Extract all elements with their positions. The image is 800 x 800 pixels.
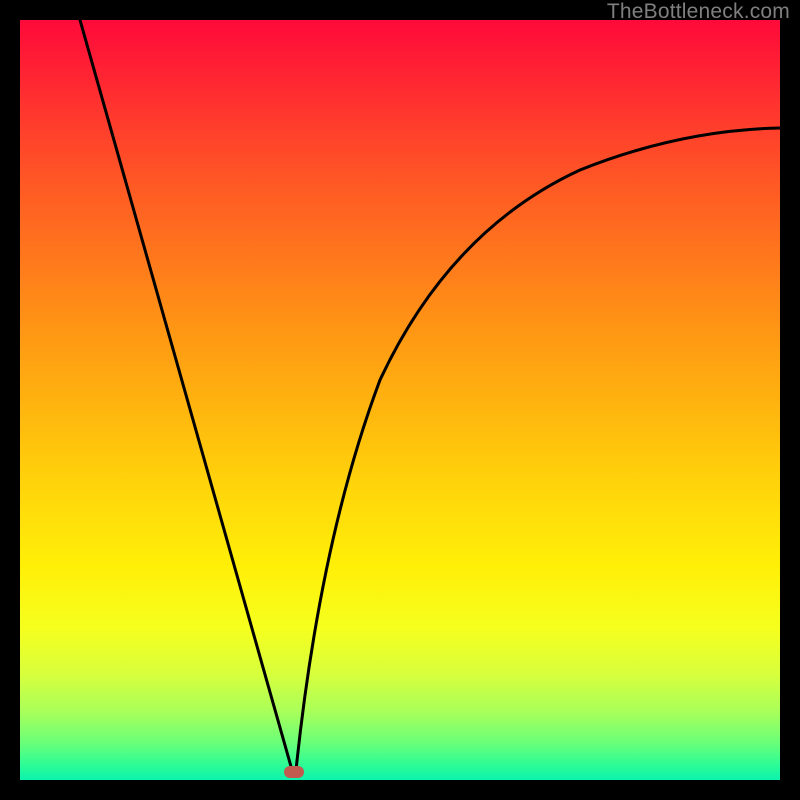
curve-right-branch	[296, 128, 780, 770]
plot-area	[20, 20, 780, 780]
bottleneck-curve	[20, 20, 780, 780]
watermark-text: TheBottleneck.com	[607, 0, 790, 24]
curve-left-branch	[80, 20, 292, 770]
chart-frame: TheBottleneck.com	[0, 0, 800, 800]
optimum-marker	[284, 766, 304, 778]
